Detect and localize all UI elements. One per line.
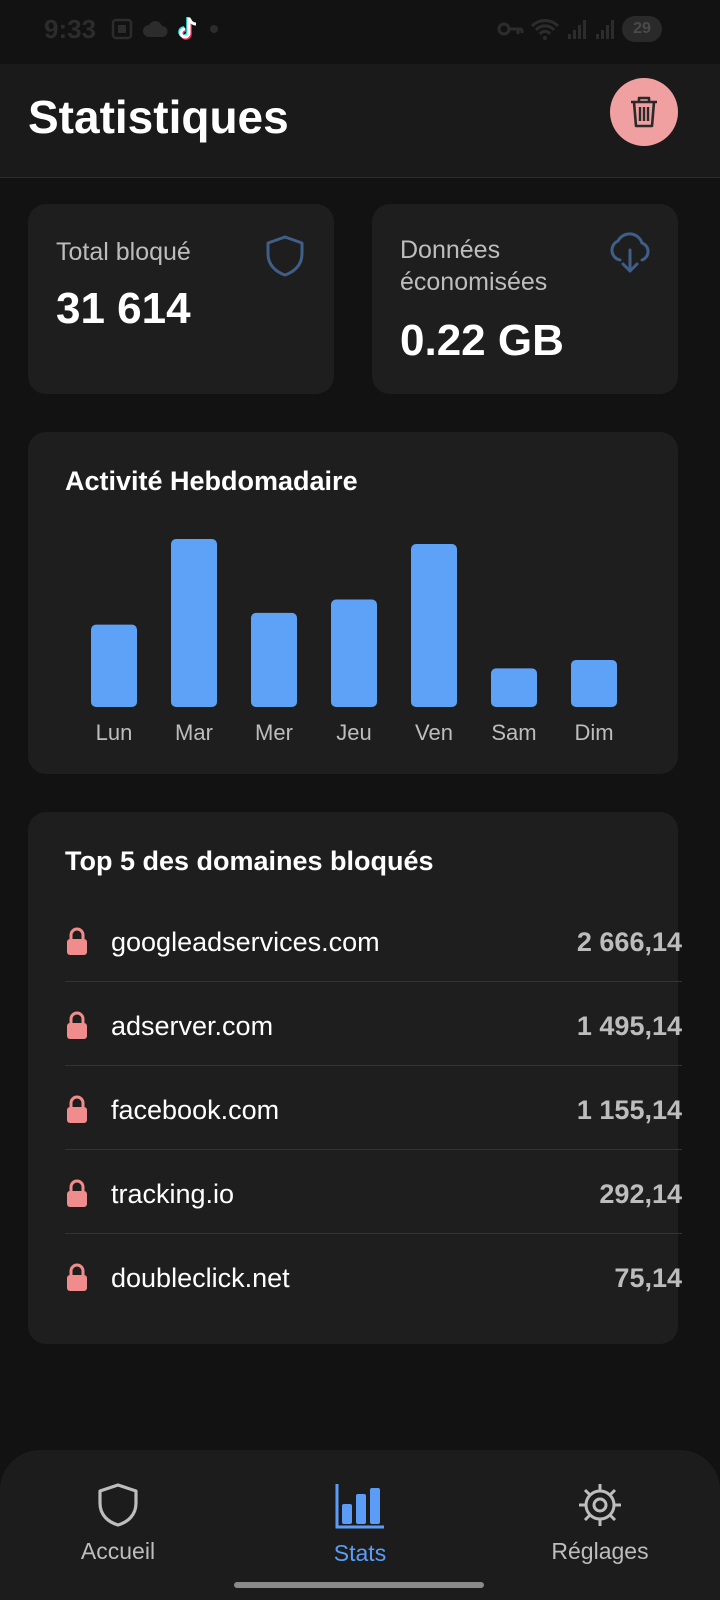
chart-bar-dim [571,659,617,707]
domain-name: doubleclick.net [111,1262,290,1293]
wifi-icon [530,19,560,40]
lock-icon [65,1263,95,1293]
lock-icon [65,1011,95,1041]
top-domains-title: Top 5 des domaines bloqués [65,846,434,876]
screenshot-icon [111,18,133,40]
weekly-activity-chart: Lun Mar Mer Jeu Ven Sam Dim [91,539,617,745]
notification-dot-icon [210,25,218,33]
vpn-key-icon [497,22,524,36]
domain-count: 2 666,14 [576,926,682,957]
cloud-icon [143,21,168,37]
signal-icon [568,20,586,39]
data-saved-card: Données économisées 0.22 GB [372,204,678,394]
tiktok-icon [178,17,197,40]
nav-item-stats[interactable]: Stats [280,1482,440,1567]
chart-bar-ven [411,544,457,707]
chart-bar-sam [491,668,537,707]
data-saved-value: 0.22 GB [400,316,564,365]
chart-bar-mar [171,539,217,707]
row-divider [65,981,682,982]
domain-name: googleadservices.com [111,926,380,957]
chart-label-dim: Dim [574,720,613,745]
weekly-activity-card: Activité Hebdomadaire Lun Mar Mer Jeu Ven Sam… [28,432,678,774]
domain-count: 75,14 [614,1262,682,1293]
domain-name: adserver.com [111,1010,274,1041]
nav-label-stats: Stats [333,1540,387,1566]
signal-icon-2 [596,20,614,39]
top-domains-card: Top 5 des domaines bloqués googleadservi… [28,812,682,1344]
row-divider [65,1065,682,1066]
domain-name: facebook.com [111,1094,280,1125]
cloud-download-icon [610,232,650,273]
lock-icon [65,927,95,957]
chart-label-ven: Ven [415,720,453,745]
lock-icon [65,1095,95,1125]
domain-name: tracking.io [111,1178,235,1209]
status-time: 9:33 [44,14,97,44]
home-indicator[interactable] [234,1582,484,1588]
battery-indicator: 29 [622,16,662,42]
data-saved-label-line2: économisées [400,268,548,296]
domain-row[interactable]: facebook.com 1 155,14 [65,1068,682,1152]
gear-icon [579,1484,621,1526]
total-blocked-label: Total bloqué [56,238,191,266]
shield-icon [266,235,304,277]
chart-bar-lun [91,624,137,707]
chart-label-sam: Sam [491,720,536,745]
domain-count: 1 495,14 [576,1010,682,1041]
status-right-icons: 29 [496,16,662,42]
chart-bar-mer [251,612,297,707]
app-header: Statistiques [0,64,720,178]
page-title: Statistiques [28,91,289,143]
shield-icon [98,1483,138,1527]
total-blocked-value: 31 614 [56,284,191,333]
domain-row[interactable]: doubleclick.net 75,14 [65,1236,682,1320]
domain-row[interactable]: googleadservices.com 2 666,14 [65,900,682,984]
chart-label-mer: Mer [255,720,293,745]
nav-label-home: Accueil [80,1538,156,1564]
domain-count: 292,14 [599,1178,682,1209]
chart-bar-jeu [331,599,377,707]
chart-label-jeu: Jeu [336,720,371,745]
stats-screen: 9:33 29 Statistiques Total bloqué 31 614… [0,0,720,1600]
nav-label-settings: Réglages [551,1538,649,1564]
domain-row[interactable]: tracking.io 292,14 [65,1152,682,1236]
status-bar: 9:33 29 [0,0,720,64]
status-left-icons [110,16,220,42]
row-divider [65,1149,682,1150]
trash-icon [631,96,657,128]
bottom-nav: Accueil Stats Réglages [0,1450,720,1600]
nav-item-settings[interactable]: Réglages [520,1482,680,1565]
bar-chart-icon [335,1484,384,1529]
nav-item-home[interactable]: Accueil [38,1482,198,1565]
chart-label-mar: Mar [175,720,213,745]
delete-stats-button[interactable] [610,78,678,146]
domain-row[interactable]: adserver.com 1 495,14 [65,984,682,1068]
domain-count: 1 155,14 [576,1094,682,1125]
lock-icon [65,1179,95,1209]
total-blocked-card: Total bloqué 31 614 [28,204,334,394]
data-saved-label-line1: Données [400,236,501,264]
chart-label-lun: Lun [96,720,133,745]
row-divider [65,1233,682,1234]
